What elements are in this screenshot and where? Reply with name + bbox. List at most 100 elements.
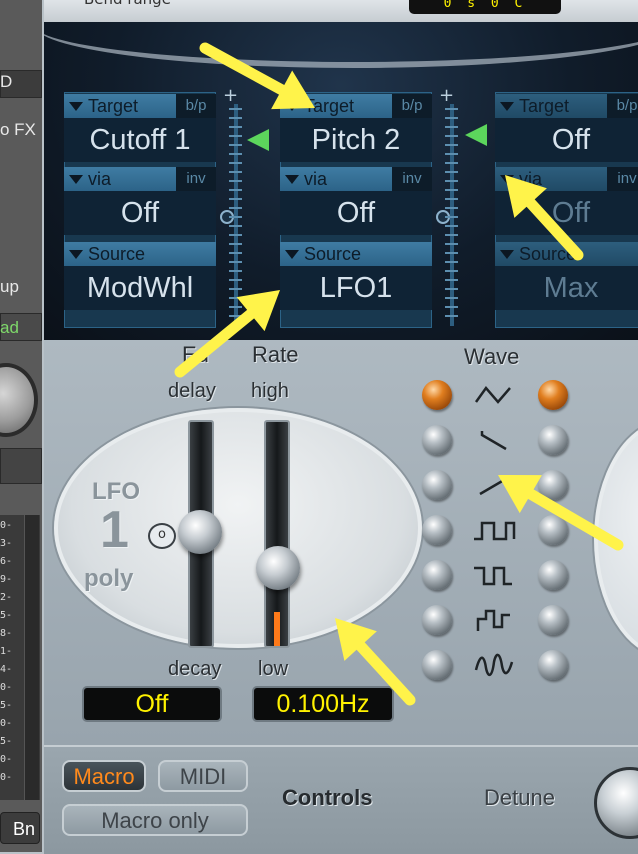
source-value[interactable]: LFO1	[280, 266, 432, 310]
target-value[interactable]: Cutoff 1	[64, 118, 216, 162]
fader-tick	[229, 162, 242, 164]
fader-tick	[229, 234, 242, 236]
inv-toggle[interactable]: inv	[176, 167, 216, 191]
host-slot[interactable]	[0, 448, 42, 484]
ed-label: Ed	[182, 342, 209, 367]
fader-tick	[229, 108, 242, 110]
meter-tick-label: 3-	[0, 538, 13, 549]
fader-tick	[229, 288, 242, 290]
wave-led-left-2[interactable]	[422, 425, 452, 455]
chevron-down-icon	[500, 102, 514, 111]
source-header[interactable]: Source	[280, 242, 432, 266]
fader-tick	[445, 225, 458, 227]
bp-toggle[interactable]: b/p	[607, 94, 638, 118]
macro-only-button[interactable]: Macro only	[62, 804, 248, 836]
lfo-engraved-poly: poly	[84, 565, 134, 592]
wave-led-left-6[interactable]	[422, 605, 452, 635]
source-header[interactable]: Source	[64, 242, 216, 266]
wave-led-left-7[interactable]	[422, 650, 452, 680]
mod-amount-fader-2[interactable]: +	[436, 87, 464, 334]
wave-led-right-4[interactable]	[538, 515, 568, 545]
host-sidebar: D o FX up ad 0- 3- 6- 9- 2- 5- 8- 1- 4- 0- 5- 0- 5- 0…	[0, 0, 42, 852]
meter-tick-label: 0-	[0, 718, 13, 729]
meter-tick-label: 4-	[0, 664, 13, 675]
fader-tick	[229, 198, 242, 200]
wave-led-right-6[interactable]	[538, 605, 568, 635]
amount-arrow-icon[interactable]	[465, 124, 487, 146]
bp-toggle[interactable]: b/p	[176, 94, 216, 118]
host-volume-knob[interactable]	[0, 363, 38, 437]
mod-amount-fader-1[interactable]: +	[220, 85, 248, 334]
source-value[interactable]: ModWhl	[64, 266, 216, 310]
source-header[interactable]: Source	[495, 242, 638, 266]
host-label-fx: o FX	[0, 120, 36, 139]
fader-tick	[445, 216, 458, 218]
target-header[interactable]: Target b/p	[495, 94, 638, 118]
mod-matrix-panel: Target b/p Cutoff 1 via inv Off Source Mod…	[44, 22, 638, 340]
plus-icon: +	[223, 85, 239, 106]
inv-toggle[interactable]: inv	[392, 167, 432, 191]
fader-tick	[229, 315, 242, 317]
via-value[interactable]: Off	[64, 191, 216, 235]
ed-sync-icon[interactable]: o	[148, 523, 176, 549]
ed-slider-knob[interactable]	[178, 510, 222, 554]
fader-tick	[229, 135, 242, 137]
fader-tick	[229, 153, 242, 155]
fader-tick	[229, 180, 242, 182]
detune-knob[interactable]	[594, 767, 638, 839]
via-header[interactable]: via inv	[64, 167, 216, 191]
target-value[interactable]: Off	[495, 118, 638, 162]
wave-led-right-3[interactable]	[538, 470, 568, 500]
via-value[interactable]: Off	[495, 191, 638, 235]
wave-led-right-5[interactable]	[538, 560, 568, 590]
meter-tick-label: 6-	[0, 556, 13, 567]
fader-tick	[445, 243, 458, 245]
fader-tick	[445, 126, 458, 128]
wave-label: Wave	[464, 344, 520, 369]
bp-toggle[interactable]: b/p	[392, 94, 432, 118]
inv-toggle[interactable]: inv	[607, 167, 638, 191]
wave-led-right-2[interactable]	[538, 425, 568, 455]
wave-led-left-3[interactable]	[422, 470, 452, 500]
sawtooth-up-wave-icon	[479, 476, 509, 496]
rate-slider[interactable]	[264, 420, 290, 648]
fader-tick	[445, 135, 458, 137]
fader-tick	[445, 252, 458, 254]
wave-led-left-4[interactable]	[422, 515, 452, 545]
fader-tick	[229, 252, 242, 254]
square-wave-icon	[472, 521, 516, 541]
decay-label: decay	[168, 658, 222, 680]
target-header[interactable]: Target b/p	[280, 94, 432, 118]
rate-label: Rate	[252, 342, 299, 367]
source-value[interactable]: Max	[495, 266, 638, 310]
wave-led-left-5[interactable]	[422, 560, 452, 590]
wave-led-left-1[interactable]	[422, 380, 452, 410]
smooth-random-wave-icon	[474, 653, 514, 676]
meter-tick-label: 5-	[0, 736, 13, 747]
wave-led-right-1[interactable]	[538, 380, 568, 410]
meter-tick-label: 5-	[0, 700, 13, 711]
pulse-wave-icon	[472, 566, 512, 586]
fader-tick	[229, 171, 242, 173]
ed-readout[interactable]: Off	[82, 686, 222, 722]
via-header[interactable]: via inv	[280, 167, 432, 191]
macro-button[interactable]: Macro	[62, 760, 146, 792]
target-header[interactable]: Target b/p	[64, 94, 216, 118]
target-value[interactable]: Pitch 2	[280, 118, 432, 162]
host-meter-bar	[24, 515, 39, 800]
bend-range-readout[interactable]: 0 s 0 C	[409, 0, 561, 14]
wave-led-right-7[interactable]	[538, 650, 568, 680]
rate-slider-knob[interactable]	[256, 546, 300, 590]
midi-button[interactable]: MIDI	[158, 760, 248, 792]
host-bottom-button[interactable]: Bn	[0, 812, 40, 844]
via-header[interactable]: via inv	[495, 167, 638, 191]
fader-tick	[229, 297, 242, 299]
meter-tick-label: 1-	[0, 646, 13, 657]
via-value[interactable]: Off	[280, 191, 432, 235]
fader-tick	[445, 108, 458, 110]
rate-readout[interactable]: 0.100Hz	[252, 686, 394, 722]
amount-arrow-icon[interactable]	[247, 129, 269, 151]
fader-tick	[445, 270, 458, 272]
fader-tick	[229, 279, 242, 281]
fader-tick	[445, 117, 458, 119]
